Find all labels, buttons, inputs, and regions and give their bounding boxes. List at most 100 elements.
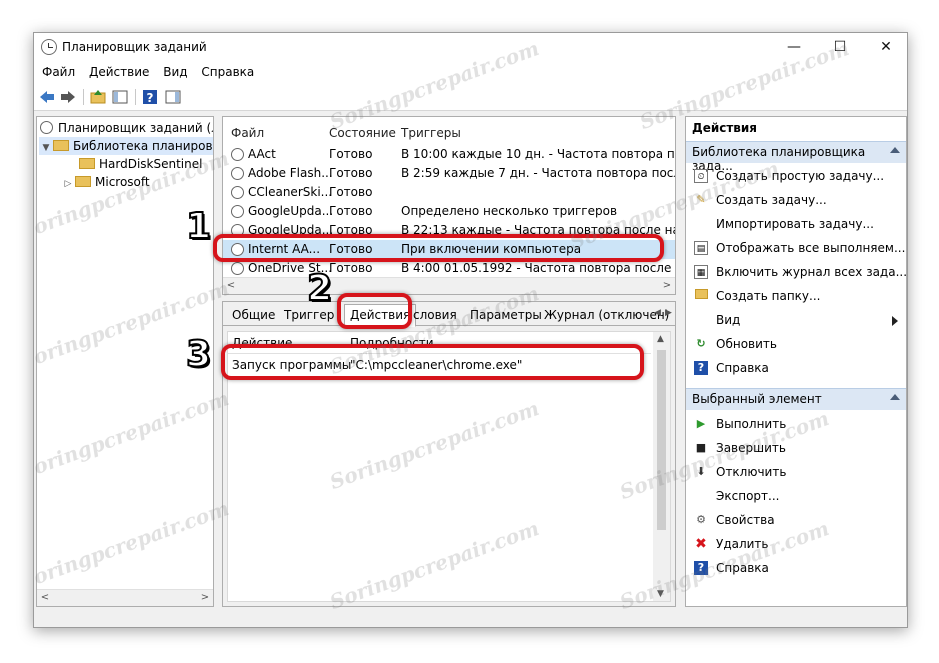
- tab-general[interactable]: Общие: [227, 307, 280, 326]
- tab-conditions[interactable]: словия: [408, 307, 462, 326]
- help-icon: ?: [694, 361, 708, 375]
- scroll-left-icon[interactable]: <: [39, 592, 51, 603]
- details-tabstrip: Общие Триггер Действия словия Параметры …: [223, 302, 675, 327]
- maximize-button[interactable]: ☐: [817, 33, 863, 61]
- horizontal-scrollbar[interactable]: < >: [223, 277, 675, 294]
- back-arrow-icon[interactable]: [38, 88, 56, 106]
- column-header-triggers[interactable]: Триггеры: [401, 126, 461, 140]
- scroll-up-icon[interactable]: ▲: [657, 334, 664, 344]
- column-header-name[interactable]: Файл: [231, 126, 264, 140]
- folder-icon: [694, 289, 708, 303]
- scroll-down-icon[interactable]: ▼: [657, 589, 664, 599]
- delete-icon: ✖: [695, 536, 707, 552]
- menu-help[interactable]: Справка: [196, 61, 259, 79]
- menu-action[interactable]: Действие: [84, 61, 154, 79]
- task-scheduler-window: Планировщик заданий — ☐ ✕ Файл Действие …: [33, 32, 908, 628]
- title-bar: Планировщик заданий — ☐ ✕: [34, 33, 907, 61]
- action-create-task[interactable]: ✎ Создать задачу...: [686, 188, 906, 212]
- tree-root[interactable]: Планировщик заданий (Лок: [40, 119, 213, 137]
- table-row[interactable]: AAct Готово В 10:00 каждые 10 дн. - Част…: [223, 145, 675, 164]
- stop-icon: ■: [695, 441, 707, 454]
- action-refresh[interactable]: ↻ Обновить: [686, 332, 906, 356]
- task-icon: [231, 186, 244, 199]
- scheduler-clock-icon: [40, 121, 53, 134]
- tab-scroll-right-icon[interactable]: ▶: [665, 308, 672, 318]
- menu-bar: Файл Действие Вид Справка: [34, 61, 907, 83]
- actions-pane: Действия Библиотека планировщика зада...…: [685, 116, 907, 607]
- forward-arrow-icon[interactable]: [59, 88, 77, 106]
- tree-item-harddisksentinel[interactable]: HardDiskSentinel: [79, 155, 202, 173]
- action-view[interactable]: Вид: [686, 308, 906, 332]
- highlight-box-actions-tab: [337, 293, 412, 329]
- svg-text:?: ?: [147, 91, 154, 105]
- toolbar: ?: [34, 83, 907, 111]
- wizard-icon: ⏲: [694, 169, 708, 183]
- properties-icon: ⚙: [696, 513, 706, 526]
- scheduler-clock-icon: [41, 39, 57, 55]
- submenu-arrow-icon: [892, 316, 898, 326]
- actions-pane-title: Действия: [692, 121, 758, 135]
- section-library[interactable]: Библиотека планировщика зада...: [686, 141, 906, 173]
- highlight-box-task: [213, 234, 664, 262]
- scroll-thumb[interactable]: [657, 350, 666, 530]
- chevron-down-icon[interactable]: ▼: [39, 139, 53, 157]
- action-help-selected[interactable]: ? Справка: [686, 556, 906, 580]
- table-row[interactable]: Adobe Flash... Готово В 2:59 каждые 7 дн…: [223, 164, 675, 183]
- action-disable[interactable]: ⬇ Отключить: [686, 460, 906, 484]
- tree-item-microsoft[interactable]: ▷ Microsoft: [61, 173, 150, 191]
- run-icon: ▶: [696, 417, 706, 430]
- disable-icon: ⬇: [696, 465, 706, 478]
- toolbar-separator: [83, 89, 84, 105]
- menu-file[interactable]: Файл: [37, 61, 80, 79]
- action-new-folder[interactable]: Создать папку...: [686, 284, 906, 308]
- collapse-icon[interactable]: [890, 147, 900, 153]
- action-run[interactable]: ▶ Выполнить: [686, 412, 906, 436]
- table-row[interactable]: CCleanerSki... Готово: [223, 183, 675, 202]
- running-tasks-icon: ▤: [694, 241, 708, 255]
- action-enable-history[interactable]: ▦ Включить журнал всех зада...: [686, 260, 906, 284]
- annotation-badge-1: 1: [185, 206, 212, 247]
- highlight-box-action-row: [221, 344, 644, 380]
- vertical-scrollbar[interactable]: ▲ ▼: [653, 332, 670, 601]
- refresh-icon: ↻: [696, 337, 706, 350]
- folder-icon: [79, 158, 95, 169]
- column-header-status[interactable]: Состояние: [329, 126, 396, 140]
- task-list: Файл Состояние Триггеры AAct Готово В 10…: [222, 116, 676, 295]
- annotation-badge-2: 2: [306, 268, 333, 309]
- scroll-right-icon[interactable]: >: [199, 592, 211, 603]
- show-hide-action-pane-icon[interactable]: [164, 88, 182, 106]
- folder-icon: [53, 140, 69, 151]
- show-hide-tree-icon[interactable]: [111, 88, 129, 106]
- action-import-task[interactable]: Импортировать задачу...: [686, 212, 906, 236]
- tab-settings[interactable]: Параметры: [465, 307, 547, 326]
- action-properties[interactable]: ⚙ Свойства: [686, 508, 906, 532]
- action-help[interactable]: ? Справка: [686, 356, 906, 380]
- scroll-right-icon[interactable]: >: [661, 280, 673, 291]
- table-row[interactable]: GoogleUpda... Готово Определено нескольк…: [223, 202, 675, 221]
- new-task-icon: ✎: [696, 193, 706, 206]
- horizontal-scrollbar[interactable]: < >: [37, 589, 213, 606]
- tab-triggers[interactable]: Триггер: [279, 307, 339, 326]
- tab-scroll-left-icon[interactable]: ◀: [654, 308, 661, 318]
- task-icon: [231, 148, 244, 161]
- menu-view[interactable]: Вид: [158, 61, 192, 79]
- collapse-icon[interactable]: [890, 394, 900, 400]
- folder-up-icon[interactable]: [89, 88, 107, 106]
- help-icon[interactable]: ?: [141, 88, 159, 106]
- action-end[interactable]: ■ Завершить: [686, 436, 906, 460]
- action-create-basic-task[interactable]: ⏲ Создать простую задачу...: [686, 164, 906, 188]
- action-export[interactable]: Экспорт...: [686, 484, 906, 508]
- action-delete[interactable]: ✖ Удалить: [686, 532, 906, 556]
- minimize-button[interactable]: —: [771, 33, 817, 61]
- close-button[interactable]: ✕: [863, 33, 907, 61]
- folder-icon: [75, 176, 91, 187]
- task-icon: [231, 205, 244, 218]
- annotation-badge-3: 3: [185, 334, 212, 375]
- chevron-right-icon[interactable]: ▷: [61, 175, 75, 193]
- action-display-running[interactable]: ▤ Отображать все выполняем...: [686, 236, 906, 260]
- toolbar-separator: [135, 89, 136, 105]
- scroll-left-icon[interactable]: <: [225, 280, 237, 291]
- section-selected-item[interactable]: Выбранный элемент: [686, 388, 906, 410]
- task-icon: [231, 262, 244, 275]
- tree-item-library[interactable]: ▼ Библиотека планировщ: [39, 137, 213, 155]
